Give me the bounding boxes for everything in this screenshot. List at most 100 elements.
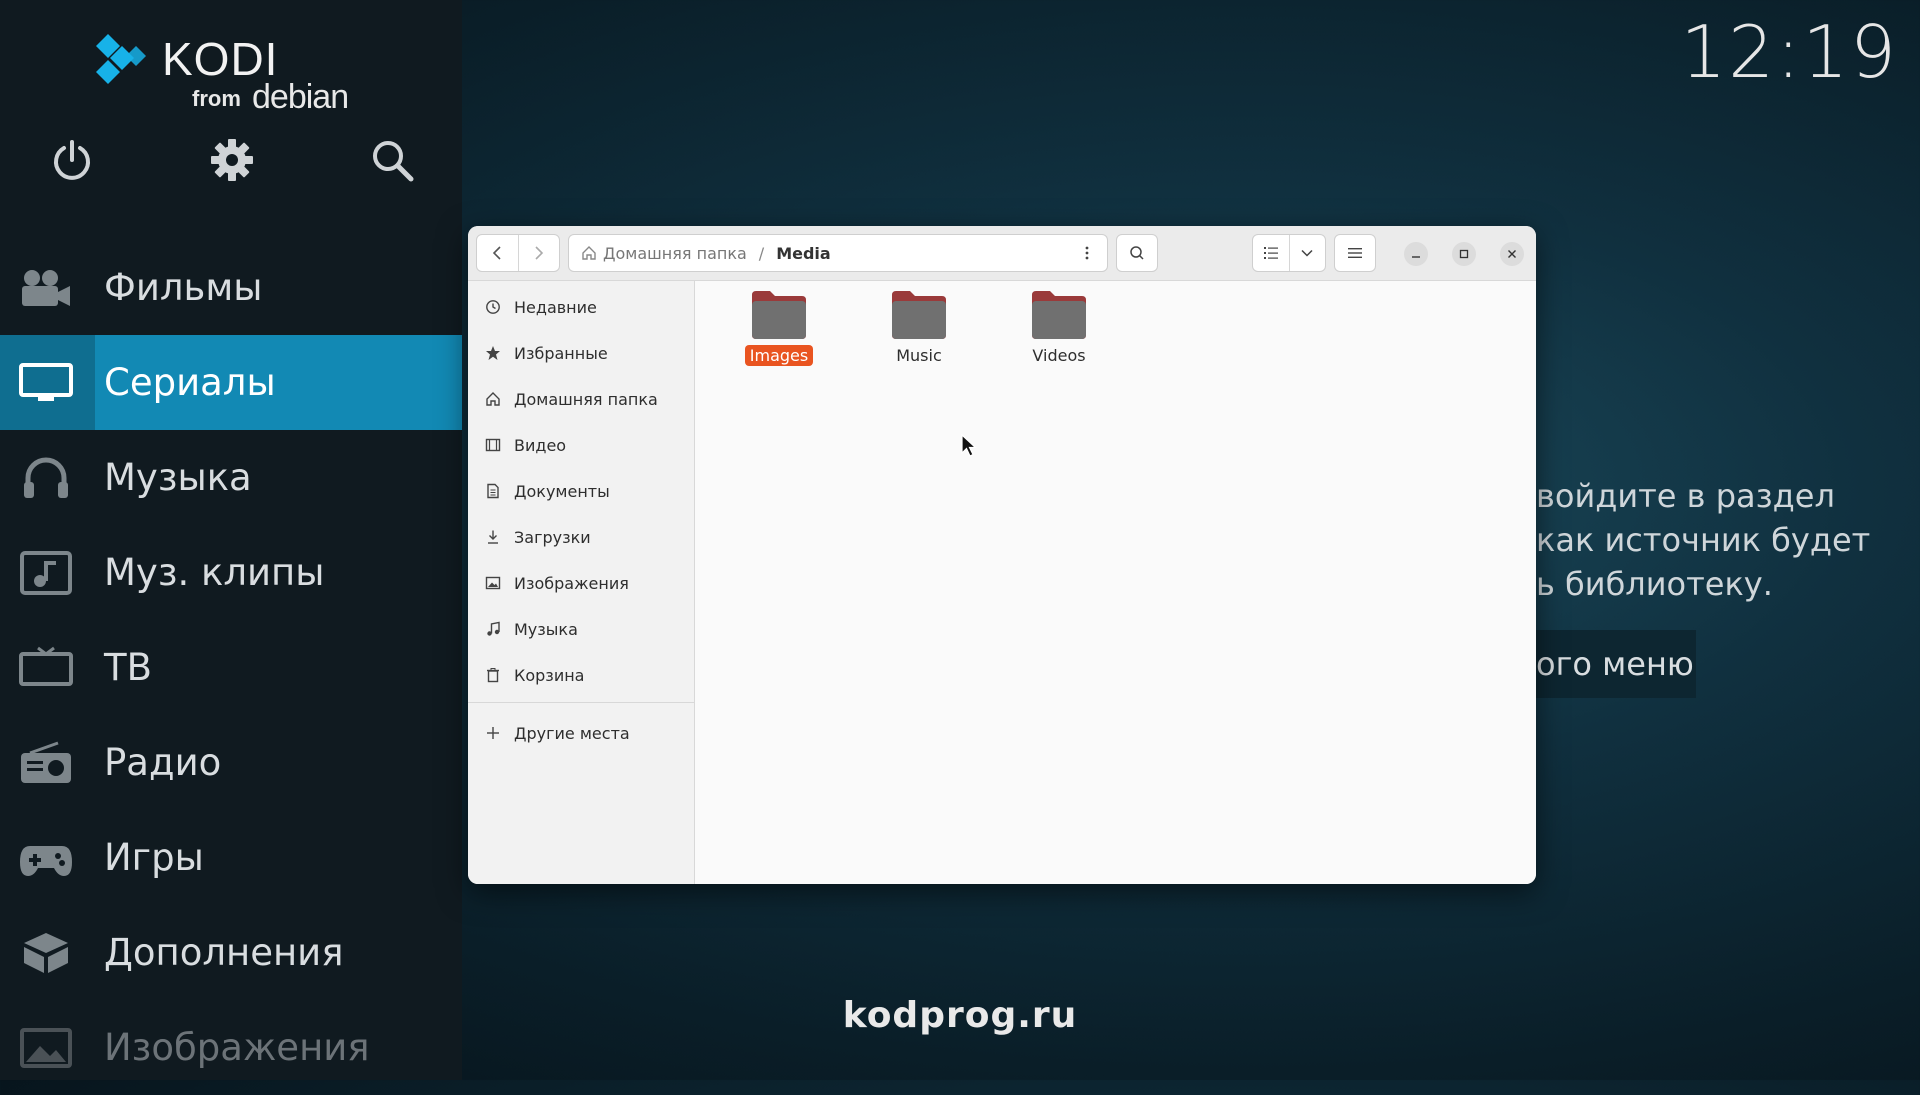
kodi-debian-text: debian (252, 78, 349, 116)
menu-item-label: Радио (104, 741, 222, 784)
sidebar-item-recent[interactable]: Недавние (468, 287, 694, 327)
search-button[interactable] (1116, 234, 1158, 272)
menu-item-label: Муз. клипы (104, 551, 325, 594)
menu-item-label: Сериалы (104, 361, 276, 404)
picture-icon (485, 576, 501, 590)
chevron-right-icon (535, 246, 543, 260)
breadcrumb-separator: / (758, 243, 765, 263)
tv-icon (19, 646, 73, 686)
list-view-icon (1263, 247, 1278, 259)
chevron-down-icon (1301, 249, 1313, 257)
music-video-icon (20, 551, 72, 595)
sidebar-item-videos[interactable]: Видео (468, 425, 694, 465)
sidebar-item-label: Музыка (514, 619, 578, 639)
hint-menu-button[interactable]: ого меню (1536, 630, 1696, 698)
breadcrumb-home-label: Домашняя папка (603, 243, 747, 263)
sidebar-item-starred[interactable]: Избранные (468, 333, 694, 373)
menu-item-label: Фильмы (104, 266, 263, 309)
sidebar-item-documents[interactable]: Документы (468, 471, 694, 511)
tv-monitor-icon (19, 363, 73, 401)
file-manager-window: Домашняя папка / Media Недавние Избранны… (468, 226, 1536, 884)
menu-item-label: ТВ (104, 646, 152, 689)
movie-camera-icon (22, 270, 70, 306)
sidebar-item-label: Документы (514, 481, 610, 501)
watermark-text: kodprog.ru (842, 995, 1078, 1036)
view-options (1252, 234, 1326, 272)
folder-label: Images (744, 345, 814, 366)
sidebar-item-label: Видео (514, 435, 567, 455)
sidebar-item-trash[interactable]: Корзина (468, 655, 694, 695)
view-dropdown-button[interactable] (1288, 235, 1326, 271)
sidebar-item-pictures[interactable]: Изображения (468, 563, 694, 603)
path-bar: Домашняя папка / Media (568, 234, 1076, 272)
home-icon (582, 246, 596, 260)
path-menu-button[interactable] (1066, 234, 1108, 272)
back-button[interactable] (477, 235, 518, 271)
menu-item-addons[interactable]: Дополнения (0, 905, 462, 1000)
search-icon (1130, 246, 1144, 260)
close-button[interactable] (1500, 242, 1524, 266)
headphones-icon (24, 457, 68, 498)
kodi-from-text: from (192, 86, 241, 111)
home-icon (486, 392, 500, 406)
radio-icon (21, 741, 71, 783)
hamburger-menu-icon (1348, 248, 1362, 258)
menu-item-label: Игры (104, 836, 204, 879)
sidebar-item-label: Избранные (514, 343, 608, 363)
maximize-icon (1459, 249, 1469, 259)
menu-item-games[interactable]: Игры (0, 810, 462, 905)
minimize-icon (1412, 256, 1420, 258)
breadcrumb-current[interactable]: Media (776, 244, 831, 263)
kodi-logo: KODI from debian (92, 28, 352, 118)
folder-icon (892, 291, 946, 339)
sidebar-item-music[interactable]: Музыка (468, 609, 694, 649)
film-icon (485, 438, 501, 452)
sidebar-item-other-locations[interactable]: Другие места (468, 713, 694, 753)
menu-item-movies[interactable]: Фильмы (0, 240, 462, 335)
list-view-button[interactable] (1253, 235, 1289, 271)
addons-box-icon (24, 933, 68, 973)
music-note-icon (487, 621, 500, 636)
sidebar-item-home[interactable]: Домашняя папка (468, 379, 694, 419)
hint-line: ь библиотеку. (1536, 565, 1773, 603)
header-bar: Домашняя папка / Media (468, 226, 1536, 281)
minimize-button[interactable] (1404, 242, 1428, 266)
download-icon (488, 530, 498, 544)
hint-line: как источник будет (1536, 521, 1871, 559)
close-icon (1508, 250, 1516, 258)
menu-item-tv[interactable]: ТВ (0, 620, 462, 715)
sidebar-item-downloads[interactable]: Загрузки (468, 517, 694, 557)
power-icon[interactable] (48, 136, 96, 184)
sidebar-item-label: Загрузки (514, 527, 591, 547)
gamepad-icon (20, 846, 72, 876)
document-icon (487, 483, 499, 499)
main-menu-button[interactable] (1334, 234, 1376, 272)
kodi-logo-icon (96, 34, 146, 84)
navigation-buttons (476, 234, 560, 272)
sidebar-item-label: Другие места (514, 723, 630, 743)
menu-item-radio[interactable]: Радио (0, 715, 462, 810)
folder-item[interactable]: Videos (1009, 289, 1109, 366)
kodi-sidebar: KODI from debian Фильмы Сериалы Музыка М… (0, 0, 462, 1080)
folder-item[interactable]: Images (729, 289, 829, 366)
folder-icon (1032, 291, 1086, 339)
folder-label: Music (896, 346, 942, 365)
plus-icon (487, 727, 499, 739)
breadcrumb-home[interactable]: Домашняя папка (581, 244, 747, 263)
footer-watermark: kodprog.ru (0, 995, 1920, 1036)
menu-item-music[interactable]: Музыка (0, 430, 462, 525)
mouse-cursor-icon (961, 434, 977, 457)
maximize-button[interactable] (1452, 242, 1476, 266)
folder-label: Videos (1032, 346, 1086, 365)
folder-icon (752, 291, 806, 339)
folder-item[interactable]: Music (869, 289, 969, 366)
chevron-left-icon (493, 246, 501, 260)
kodi-main-menu: Фильмы Сериалы Музыка Муз. клипы ТВ Ради… (0, 240, 462, 1095)
clock-icon (486, 300, 500, 314)
menu-item-music-videos[interactable]: Муз. клипы (0, 525, 462, 620)
forward-button[interactable] (517, 235, 560, 271)
menu-item-tvshows[interactable]: Сериалы (0, 335, 462, 430)
gear-icon[interactable] (208, 136, 256, 184)
menu-item-label: Музыка (104, 456, 252, 499)
search-icon[interactable] (368, 136, 416, 184)
